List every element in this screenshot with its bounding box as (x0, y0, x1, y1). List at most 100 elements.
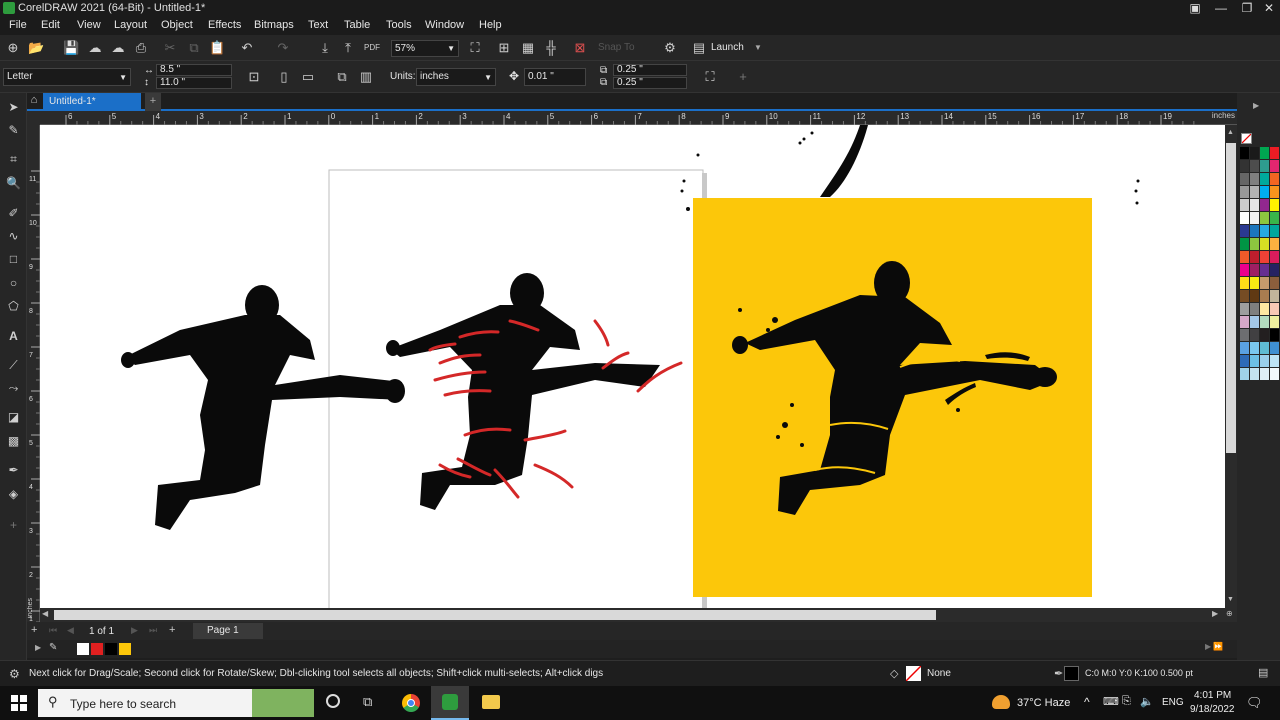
shape-tool-icon[interactable]: ✎ (5, 122, 22, 139)
artistic-media-icon[interactable]: ∿ (5, 228, 22, 245)
paste-icon[interactable]: 📋 (209, 40, 225, 56)
palette-color-swatch[interactable] (1240, 173, 1249, 185)
portrait-icon[interactable]: ▯ (276, 69, 292, 85)
palette-color-swatch[interactable] (1270, 212, 1279, 224)
duplicate-x-input[interactable]: 0.25 " (613, 64, 687, 76)
palette-color-swatch[interactable] (1260, 355, 1269, 367)
scroll-down-icon[interactable]: ▼ (1227, 596, 1235, 606)
palette-color-swatch[interactable] (1240, 329, 1249, 341)
palette-color-swatch[interactable] (1250, 303, 1259, 315)
menu-layout[interactable]: Layout (114, 19, 147, 31)
palette-color-swatch[interactable] (1240, 225, 1249, 237)
palette-color-swatch[interactable] (1250, 199, 1259, 211)
palette-color-swatch[interactable] (1260, 342, 1269, 354)
palette-color-swatch[interactable] (1250, 147, 1259, 159)
export-icon[interactable]: ⤒ (340, 40, 356, 56)
scroll-up-icon[interactable]: ▲ (1227, 129, 1235, 139)
palette-expand-icon[interactable]: ▶ (35, 643, 41, 652)
menu-text[interactable]: Text (308, 19, 328, 31)
windows-start-icon[interactable] (11, 695, 27, 711)
palette-color-swatch[interactable] (1260, 186, 1269, 198)
eyedropper-icon[interactable]: ✎ (49, 642, 57, 653)
open-icon[interactable]: 📂 (28, 40, 44, 56)
palette-color-swatch[interactable] (1270, 173, 1279, 185)
palette-color-swatch[interactable] (1270, 238, 1279, 250)
page-height-input[interactable]: 11.0 " (156, 77, 232, 89)
add-tool-icon[interactable]: + (5, 517, 22, 534)
close-button[interactable]: ✕ (1256, 0, 1280, 17)
duplicate-y-input[interactable]: 0.25 " (613, 77, 687, 89)
palette-color-swatch[interactable] (1260, 316, 1269, 328)
transparency-tool-icon[interactable]: ▩ (5, 433, 22, 450)
palette-color-swatch[interactable] (1270, 186, 1279, 198)
current-page-icon[interactable]: ⧉ (334, 69, 350, 85)
palette-color-swatch[interactable] (1260, 199, 1269, 211)
page-1-tab[interactable]: Page 1 (193, 623, 263, 639)
palette-color-swatch[interactable] (1270, 368, 1279, 380)
palette-color-swatch[interactable] (1240, 368, 1249, 380)
menu-edit[interactable]: Edit (41, 19, 60, 31)
taskbar-search-box[interactable]: ⚲ Type here to search (38, 689, 314, 717)
vertical-ruler[interactable]: 11 10 9 8 7 6 5 4 3 2 1 inches (27, 125, 40, 645)
menu-effects[interactable]: Effects (208, 19, 241, 31)
horizontal-ruler[interactable]: 6 5 4 3 2 1 0 1 2 3 4 5 6 7 8 9 10 11 12 13 14 15 16 17 18 19 inc… (40, 111, 1237, 125)
network-icon[interactable]: ⎘ (1122, 695, 1131, 708)
menu-object[interactable]: Object (161, 19, 193, 31)
page-size-select[interactable]: Letter ▼ (3, 68, 131, 86)
page-width-input[interactable]: 8.5 " (156, 64, 232, 76)
rulers-icon[interactable]: ⊞ (496, 40, 512, 56)
all-pages-icon[interactable]: ⊡ (246, 69, 262, 85)
palette-color-swatch[interactable] (1240, 212, 1249, 224)
landscape-icon[interactable]: ▭ (300, 69, 316, 85)
scroll-left-icon[interactable]: ◀ (42, 609, 48, 618)
crop-tool-icon[interactable]: ⌗ (5, 151, 22, 168)
minimize-button[interactable]: — (1208, 0, 1234, 17)
palette-color-swatch[interactable] (1240, 316, 1249, 328)
palette-color-swatch[interactable] (1240, 199, 1249, 211)
polygon-tool-icon[interactable]: ⬠ (5, 298, 22, 315)
guidelines-icon[interactable]: ╬ (543, 40, 559, 56)
add-page-before-icon[interactable]: + (31, 624, 37, 636)
palette-color-swatch[interactable] (1250, 212, 1259, 224)
palette-color-swatch[interactable] (1270, 147, 1279, 159)
print-icon[interactable]: ⎙ (133, 40, 149, 56)
import-icon[interactable]: ⤓ (317, 40, 333, 56)
outline-color-swatch[interactable] (1064, 666, 1079, 681)
text-tool-icon[interactable]: A (5, 328, 22, 345)
next-page-icon[interactable]: ▶ (131, 625, 138, 636)
menu-view[interactable]: View (77, 19, 101, 31)
zoom-tool-icon[interactable]: 🔍 (5, 175, 22, 192)
palette-color-swatch[interactable] (1240, 277, 1249, 289)
redo-icon[interactable]: ↷ (275, 40, 291, 56)
first-page-icon[interactable]: ⏮ (49, 625, 57, 636)
menu-window[interactable]: Window (425, 19, 464, 31)
zoom-level-select[interactable]: 57% ▼ (391, 40, 459, 57)
nudge-distance-input[interactable]: 0.01 " (524, 68, 586, 86)
undo-icon[interactable]: ↶ (239, 40, 255, 56)
palette-color-swatch[interactable] (1260, 368, 1269, 380)
launch-chevron-icon[interactable]: ▼ (754, 43, 762, 52)
menu-file[interactable]: File (9, 19, 27, 31)
add-icon[interactable]: + (735, 69, 751, 85)
palette-color-swatch[interactable] (1240, 342, 1249, 354)
page-border-icon[interactable]: ⛶ (702, 69, 718, 85)
palette-color-swatch[interactable] (1270, 329, 1279, 341)
eyedropper-tool-icon[interactable]: ✒ (5, 462, 22, 479)
launch-icon[interactable]: ▤ (691, 40, 707, 56)
freehand-tool-icon[interactable]: ✐ (5, 205, 22, 222)
meet-now-icon[interactable]: ⌨ (1103, 695, 1119, 708)
status-options-icon[interactable]: ▤ (1258, 666, 1268, 679)
palette-color-swatch[interactable] (1250, 173, 1259, 185)
palette-color-swatch[interactable] (1270, 251, 1279, 263)
horizontal-scroll-thumb[interactable] (54, 610, 936, 620)
fill-none-swatch[interactable] (905, 665, 922, 682)
palette-color-swatch[interactable] (1260, 212, 1269, 224)
palette-color-swatch[interactable] (1260, 160, 1269, 172)
previous-page-icon[interactable]: ◀ (67, 625, 74, 636)
palette-color-swatch[interactable] (1270, 225, 1279, 237)
document-color-swatch[interactable] (105, 643, 117, 655)
palette-color-swatch[interactable] (1260, 264, 1269, 276)
palette-color-swatch[interactable] (1250, 160, 1259, 172)
palette-color-swatch[interactable] (1270, 355, 1279, 367)
palette-color-swatch[interactable] (1250, 238, 1259, 250)
